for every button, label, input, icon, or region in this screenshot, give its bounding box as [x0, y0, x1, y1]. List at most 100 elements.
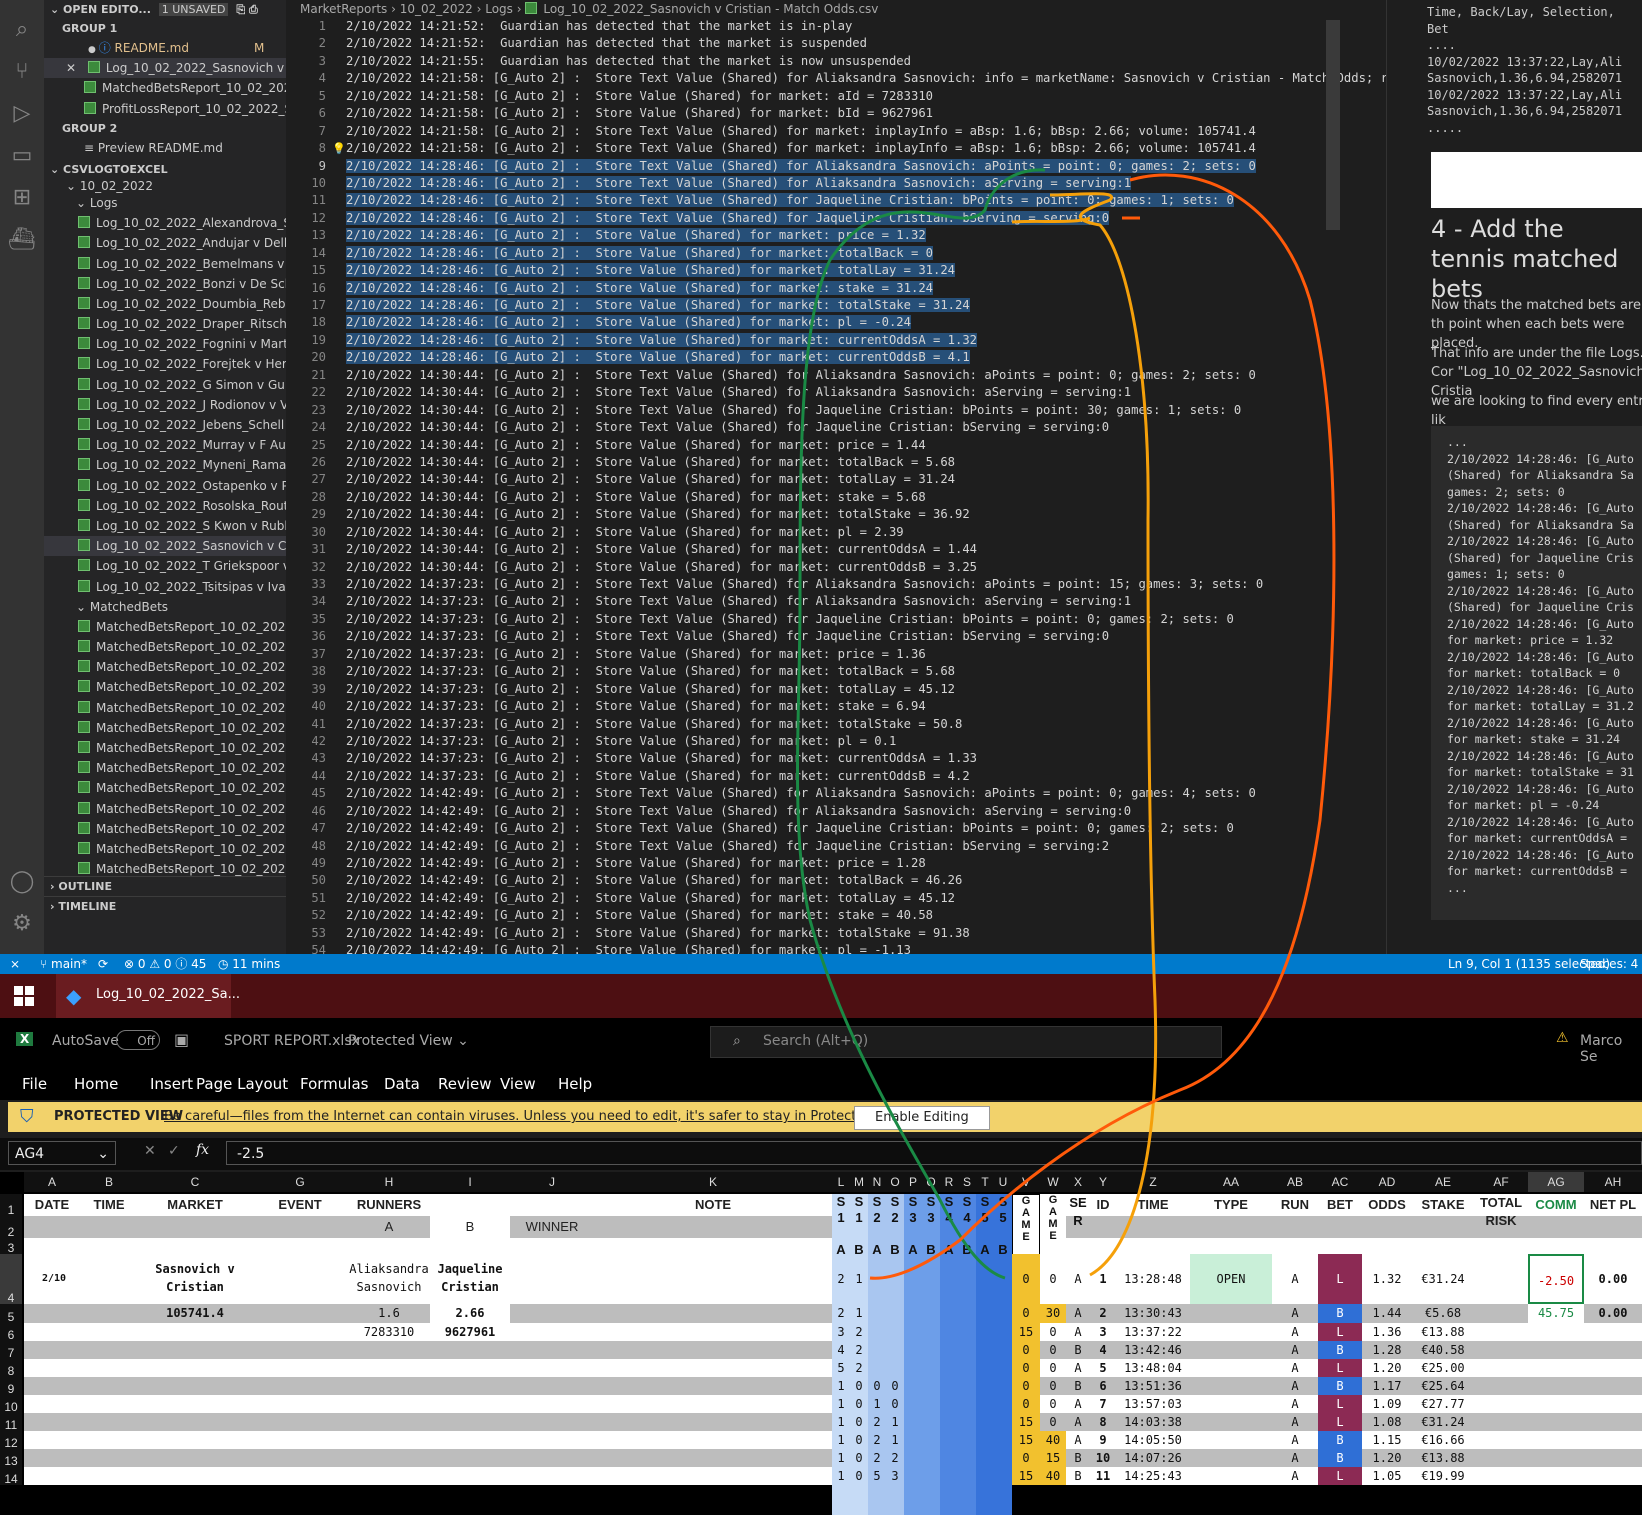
bet-ga-cell[interactable]: 0 [1012, 1341, 1040, 1359]
row-header[interactable]: 7 [0, 1341, 22, 1359]
workspace-header[interactable]: ⌄ CSVLOGTOEXCEL [44, 160, 286, 179]
bet-ser-cell[interactable]: B [1066, 1467, 1090, 1485]
code-line[interactable]: 22 2/10/2022 14:30:44: [G_Auto 2] : Store… [286, 384, 1386, 401]
code-line[interactable]: 2 2/10/2022 14:21:52: Guardian has detect… [286, 35, 1386, 52]
column-header[interactable]: J [510, 1172, 594, 1192]
column-header[interactable]: X [1066, 1172, 1090, 1192]
bet-id-cell[interactable]: 8 [1090, 1413, 1116, 1431]
bet-stake-cell[interactable]: €13.88 [1412, 1449, 1474, 1467]
file-item[interactable]: MatchedBetsReport_10_02_2022_... [44, 698, 286, 718]
row-header[interactable]: 5 [0, 1304, 22, 1323]
row-header[interactable]: 6 [0, 1323, 22, 1341]
menu-insert[interactable]: Insert [150, 1075, 193, 1093]
open-editors-header[interactable]: ⌄ OPEN EDITO... 1 UNSAVED ⎘ ⎙ [44, 0, 286, 19]
bet-s2a-cell[interactable] [868, 1254, 886, 1304]
bet-ga-cell[interactable]: 0 [1012, 1395, 1040, 1413]
autosave-toggle[interactable]: Off [116, 1030, 160, 1050]
bet-bet-cell[interactable]: B [1318, 1449, 1362, 1467]
row-header[interactable]: 12 [0, 1431, 22, 1449]
code-line[interactable]: 43 2/10/2022 14:37:23: [G_Auto 2] : Store… [286, 750, 1386, 767]
bet-stake-cell[interactable]: €40.58 [1412, 1341, 1474, 1359]
bet-s2a-cell[interactable] [868, 1359, 886, 1377]
file-item[interactable]: Log_10_02_2022_T Griekspoor v F... [44, 556, 286, 576]
spreadsheet-grid[interactable]: A B C G H I J K L M N O P Q R S T U V W X Y Z AA AB AC AD AE AF AG AH 1… [0, 1172, 1642, 1515]
file-item[interactable]: Log_10_02_2022_Tsitsipas v Ivash... [44, 577, 286, 597]
row-header[interactable]: 11 [0, 1413, 22, 1431]
code-line[interactable]: 3 2/10/2022 14:21:55: Guardian has detect… [286, 53, 1386, 70]
bet-ga-cell[interactable]: 0 [1012, 1377, 1040, 1395]
bet-run-cell[interactable]: A [1272, 1395, 1318, 1413]
column-header[interactable]: H [348, 1172, 430, 1192]
bet-ga-cell[interactable]: 0 [1012, 1359, 1040, 1377]
code-line[interactable]: 41 2/10/2022 14:37:23: [G_Auto 2] : Store… [286, 716, 1386, 733]
file-item[interactable]: Log_10_02_2022_Myneni_Ramana... [44, 455, 286, 475]
bet-run-cell[interactable]: A [1272, 1323, 1318, 1341]
bet-s2b-cell[interactable] [886, 1254, 904, 1304]
row-header[interactable]: 4 [0, 1254, 22, 1304]
code-line[interactable]: 20 2/10/2022 14:28:46: [G_Auto 2] : Store… [286, 349, 1386, 366]
extensions-icon[interactable]: ⊞ [8, 184, 36, 212]
code-line[interactable]: 31 2/10/2022 14:30:44: [G_Auto 2] : Store… [286, 541, 1386, 558]
bet-gb-cell[interactable]: 40 [1040, 1467, 1066, 1485]
bet-time-cell[interactable]: 14:07:26 [1116, 1449, 1190, 1467]
bet-id-cell[interactable]: 1 [1090, 1254, 1116, 1304]
column-title-time[interactable]: TIME [80, 1194, 138, 1216]
code-line[interactable]: 40 2/10/2022 14:37:23: [G_Auto 2] : Store… [286, 698, 1386, 715]
column-header[interactable]: K [594, 1172, 832, 1192]
search-box[interactable]: ⌕ Search (Alt+Q) [710, 1026, 1222, 1058]
code-line[interactable]: 1 2/10/2022 14:21:52: Guardian has detect… [286, 18, 1386, 35]
insert-function-icon[interactable]: fx [196, 1142, 209, 1158]
column-header[interactable]: A [24, 1172, 80, 1192]
file-item[interactable]: MatchedBetsReport_10_02_2022_... [44, 819, 286, 839]
column-header[interactable]: W [1040, 1172, 1066, 1192]
column-title-comm[interactable]: COMM [1528, 1194, 1584, 1216]
code-line[interactable]: 16 2/10/2022 14:28:46: [G_Auto 2] : Store… [286, 280, 1386, 297]
code-line[interactable]: 21 2/10/2022 14:30:44: [G_Auto 2] : Store… [286, 367, 1386, 384]
row-header[interactable]: 10 [0, 1395, 22, 1413]
sync-icon[interactable]: ⟳ [98, 954, 108, 974]
breadcrumb-item[interactable]: 10_02_2022 [400, 2, 473, 16]
column-title-run[interactable]: RUN [1272, 1194, 1318, 1216]
file-item[interactable]: Log_10_02_2022_Alexandrova_Sizi... [44, 213, 286, 233]
runner-id-b-cell[interactable]: 9627961 [430, 1323, 510, 1341]
column-header[interactable]: AA [1190, 1172, 1272, 1192]
bet-type-cell[interactable] [1190, 1304, 1272, 1323]
open-editor-item[interactable]: ● ⓘ README.md M [44, 38, 286, 58]
code-line[interactable]: 8 2/10/2022 14:21:58: [G_Auto 2] : Store … [286, 140, 1386, 157]
column-title-type[interactable]: TYPE [1190, 1194, 1272, 1216]
settings-gear-icon[interactable]: ⚙ [8, 910, 36, 938]
file-item[interactable]: MatchedBetsReport_10_02_2022_... [44, 839, 286, 859]
bet-s1b-cell[interactable]: 0 [850, 1431, 868, 1449]
bet-ser-cell[interactable]: A [1066, 1431, 1090, 1449]
bet-type-cell[interactable] [1190, 1467, 1272, 1485]
code-line[interactable]: 30 2/10/2022 14:30:44: [G_Auto 2] : Store… [286, 524, 1386, 541]
bet-s2b-cell[interactable]: 0 [886, 1377, 904, 1395]
code-line[interactable]: 11 2/10/2022 14:28:46: [G_Auto 2] : Store… [286, 192, 1386, 209]
code-line[interactable]: 46 2/10/2022 14:42:49: [G_Auto 2] : Store… [286, 803, 1386, 820]
bet-odds-cell[interactable]: 1.15 [1362, 1431, 1412, 1449]
breadcrumb-item[interactable]: MarketReports [300, 2, 387, 16]
problems-indicator[interactable]: ⊗ 0 ⚠ 0 ⓘ 45 [124, 954, 206, 974]
bet-s2b-cell[interactable] [886, 1341, 904, 1359]
editor-scrollbar[interactable] [1326, 20, 1340, 230]
bet-s1b-cell[interactable]: 0 [850, 1413, 868, 1431]
bet-ser-cell[interactable]: B [1066, 1449, 1090, 1467]
code-line[interactable]: 23 2/10/2022 14:30:44: [G_Auto 2] : Store… [286, 402, 1386, 419]
column-header[interactable]: U [994, 1172, 1012, 1192]
bet-s1a-cell[interactable]: 2 [832, 1254, 850, 1304]
bet-s2a-cell[interactable]: 2 [868, 1449, 886, 1467]
file-item[interactable]: Log_10_02_2022_Ostapenko v Pet... [44, 476, 286, 496]
row-header[interactable]: 3 [0, 1238, 22, 1254]
bet-time-cell[interactable]: 13:51:36 [1116, 1377, 1190, 1395]
bet-type-cell[interactable] [1190, 1377, 1272, 1395]
code-line[interactable]: 12 2/10/2022 14:28:46: [G_Auto 2] : Store… [286, 210, 1386, 227]
code-line[interactable]: 44 2/10/2022 14:37:23: [G_Auto 2] : Store… [286, 768, 1386, 785]
bet-time-cell[interactable]: 13:48:04 [1116, 1359, 1190, 1377]
file-item[interactable]: MatchedBetsReport_10_02_2022_... [44, 617, 286, 637]
bet-odds-cell[interactable]: 1.44 [1362, 1304, 1412, 1323]
file-item[interactable]: MatchedBetsReport_10_02_2022_... [44, 799, 286, 819]
code-line[interactable]: 4 2/10/2022 14:21:58: [G_Auto 2] : Store … [286, 70, 1386, 87]
code-line[interactable]: 37 2/10/2022 14:37:23: [G_Auto 2] : Store… [286, 646, 1386, 663]
bet-type-cell[interactable]: OPEN [1190, 1254, 1272, 1304]
code-line[interactable]: 32 2/10/2022 14:30:44: [G_Auto 2] : Store… [286, 559, 1386, 576]
